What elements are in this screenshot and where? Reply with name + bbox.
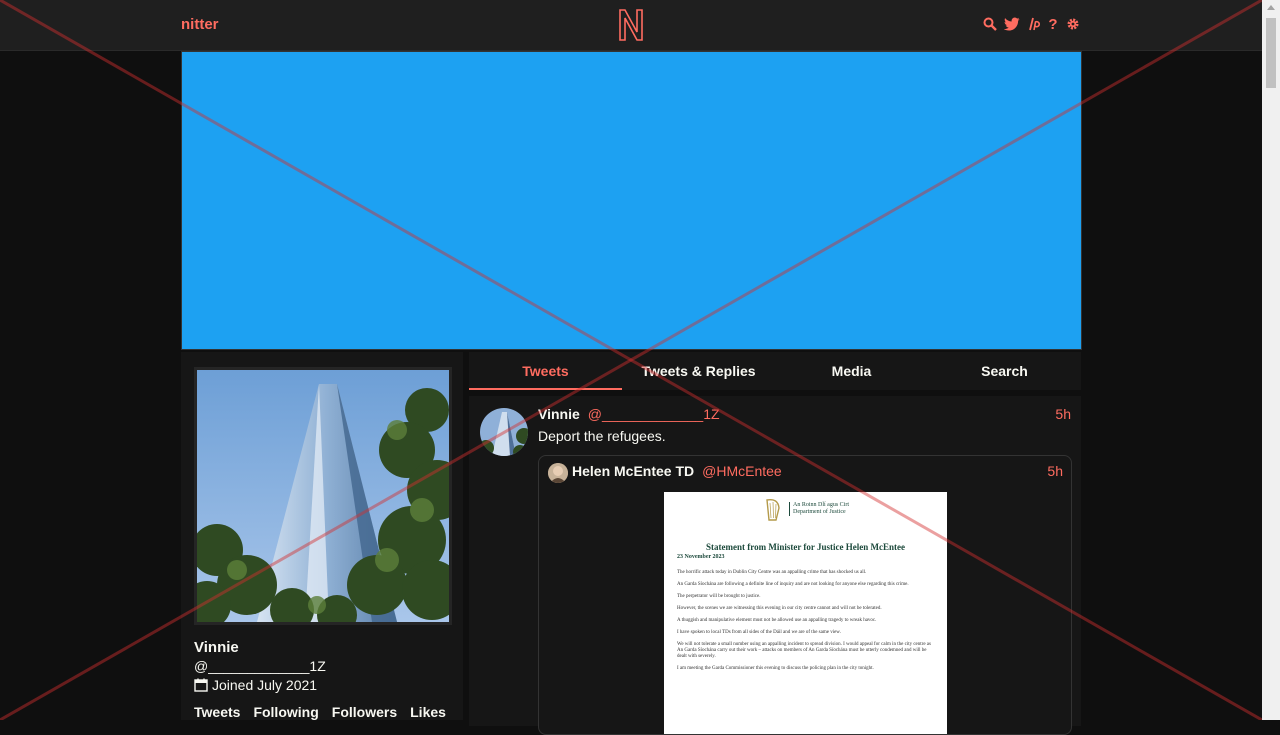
quote-avatar[interactable] xyxy=(548,463,568,483)
statement-body: The horrific attack today in Dublin City… xyxy=(677,570,935,678)
tweet-avatar[interactable] xyxy=(480,408,528,456)
tweet-text: Deport the refugees. xyxy=(538,428,666,444)
tab-tweets[interactable]: Tweets xyxy=(469,352,622,390)
statement-paragraph: We will not tolerate a small number usin… xyxy=(677,642,931,659)
timeline-tabs: Tweets Tweets & Replies Media Search xyxy=(469,352,1081,390)
stat-followers[interactable]: Followers xyxy=(332,704,397,720)
quote-date[interactable]: 5h xyxy=(1047,463,1063,479)
profile-banner[interactable] xyxy=(181,51,1082,350)
rss-feed-icon[interactable] xyxy=(1026,15,1040,33)
tab-search[interactable]: Search xyxy=(928,352,1081,390)
avatar-photo xyxy=(183,370,467,635)
search-icon[interactable] xyxy=(983,15,997,33)
tweet-date[interactable]: 5h xyxy=(1055,406,1071,422)
stat-tweets[interactable]: Tweets xyxy=(194,704,240,720)
statement-paragraph: I have spoken to local TDs from all side… xyxy=(677,630,841,635)
statement-paragraph: An Garda Síochána are following a defini… xyxy=(677,582,909,587)
statement-paragraph: The horrific attack today in Dublin City… xyxy=(677,570,867,575)
quote-attachment-image[interactable]: An Roinn Dlí agus Cirt Department of Jus… xyxy=(664,492,947,734)
department-name-ga: An Roinn Dlí agus Cirt xyxy=(793,502,850,508)
page-scrollbar[interactable] xyxy=(1262,0,1280,720)
harp-crest-icon xyxy=(766,498,780,521)
quote-fullname[interactable]: Helen McEntee TD xyxy=(572,463,694,479)
joined-text: Joined July 2021 xyxy=(212,677,318,693)
statement-paragraph: The perpetrator will be brought to justi… xyxy=(677,594,761,599)
department-name: An Roinn Dlí agus Cirt Department of Jus… xyxy=(789,502,849,516)
profile-card: Vinnie @_____________1Z Joined July 2021… xyxy=(181,352,467,720)
statement-date: 23 November 2023 xyxy=(677,554,725,560)
profile-stats: Tweets Following Followers Likes xyxy=(194,704,446,720)
statement-title: Statement from Minister for Justice Hele… xyxy=(706,542,905,552)
stat-likes[interactable]: Likes xyxy=(410,704,446,720)
profile-joined: Joined July 2021 xyxy=(194,677,317,693)
calendar-icon xyxy=(194,678,208,692)
profile-avatar[interactable] xyxy=(183,367,467,635)
stat-following[interactable]: Following xyxy=(253,704,318,720)
statement-paragraph: I am meeting the Garda Commissioner this… xyxy=(677,666,874,671)
tweet-header: Vinnie @_____________1Z xyxy=(538,406,720,422)
tab-tweets-replies[interactable]: Tweets & Replies xyxy=(622,352,775,390)
tab-media[interactable]: Media xyxy=(775,352,928,390)
quote-avatar-photo xyxy=(548,463,568,483)
scrollbar-thumb[interactable] xyxy=(1266,18,1276,88)
nitter-logo-icon[interactable] xyxy=(616,8,646,42)
quote-header: Helen McEntee TD @HMcEntee xyxy=(572,463,782,479)
nav-icons: ? xyxy=(983,15,1080,33)
help-icon[interactable]: ? xyxy=(1046,15,1060,33)
brand-link[interactable]: nitter xyxy=(181,16,219,33)
profile-username[interactable]: @_____________1Z xyxy=(194,658,326,674)
tweet-avatar-photo xyxy=(480,408,528,456)
quoted-tweet[interactable]: Helen McEntee TD @HMcEntee 5h An Roinn D… xyxy=(538,455,1072,735)
navbar: nitter ? xyxy=(0,0,1262,51)
department-name-en: Department of Justice xyxy=(793,509,846,515)
statement-paragraph: However, the scenes we are witnessing th… xyxy=(677,606,882,611)
quote-username[interactable]: @HMcEntee xyxy=(702,463,782,479)
tweet-username[interactable]: @_____________1Z xyxy=(588,406,720,422)
tweet-fullname[interactable]: Vinnie xyxy=(538,406,580,422)
tweet-item[interactable]: Vinnie @_____________1Z 5h Deport the re… xyxy=(469,396,1081,735)
twitter-bird-icon[interactable] xyxy=(1003,15,1020,33)
gear-icon[interactable] xyxy=(1066,15,1080,33)
timeline: Tweets Tweets & Replies Media Search Vin… xyxy=(469,352,1081,735)
profile-fullname[interactable]: Vinnie xyxy=(194,639,239,656)
scroll-up-arrow-icon[interactable] xyxy=(1267,5,1275,10)
statement-paragraph: A thuggish and manipulative element must… xyxy=(677,618,877,623)
